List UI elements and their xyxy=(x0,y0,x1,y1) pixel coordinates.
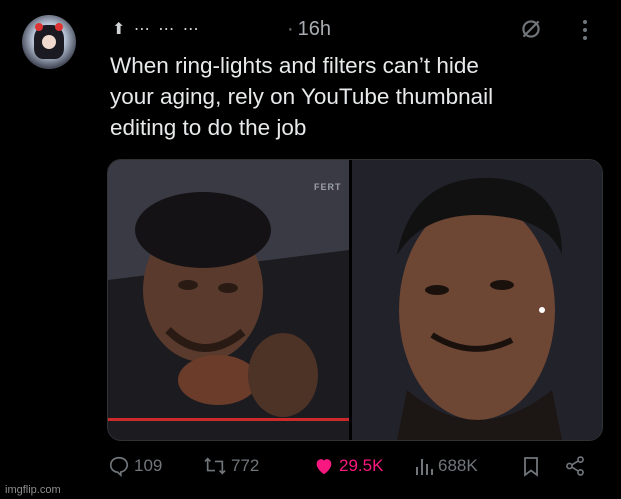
repost-icon xyxy=(204,457,226,475)
repost-button[interactable]: 772 xyxy=(203,455,259,477)
media-image-right[interactable] xyxy=(352,160,602,440)
post-text: When ring-lights and filters can’t hide … xyxy=(110,53,494,140)
imgflip-watermark: imgflip.com xyxy=(5,484,61,496)
like-count: 29.5K xyxy=(339,456,384,475)
media-watermark: FERT xyxy=(314,182,342,192)
more-icon[interactable] xyxy=(580,18,590,42)
share-icon xyxy=(566,456,584,476)
avatar-bow-left xyxy=(35,23,43,31)
post-time[interactable]: 16h xyxy=(298,18,331,41)
share-button[interactable] xyxy=(564,455,590,477)
post-header: ⬆ ⋯ ⋯ ⋯ · 16h xyxy=(112,16,331,42)
like-button[interactable]: 29.5K xyxy=(313,455,383,477)
user-handle[interactable]: ⬆ ⋯ ⋯ ⋯ xyxy=(112,19,287,39)
bookmark-button[interactable] xyxy=(521,455,545,477)
avatar-bow-right xyxy=(55,23,63,31)
reply-button[interactable]: 109 xyxy=(108,455,162,477)
views-icon xyxy=(416,459,433,475)
post-media[interactable]: FERT xyxy=(107,159,603,441)
post-actions: 109 772 29.5K 688K xyxy=(108,455,588,481)
repost-count: 772 xyxy=(231,456,260,475)
avatar-face xyxy=(42,35,56,49)
views-button[interactable]: 688K xyxy=(414,455,478,477)
avatar[interactable] xyxy=(22,15,76,69)
right-face-illustration xyxy=(352,160,602,440)
reply-count: 109 xyxy=(134,456,163,475)
left-face-illustration xyxy=(108,160,349,440)
views-count: 688K xyxy=(438,456,478,475)
separator-dot: · xyxy=(287,17,294,40)
reply-icon xyxy=(109,456,129,477)
bookmark-icon xyxy=(524,457,538,477)
heart-icon xyxy=(316,459,332,475)
media-image-left[interactable]: FERT xyxy=(108,160,349,440)
grok-icon[interactable] xyxy=(518,16,544,42)
